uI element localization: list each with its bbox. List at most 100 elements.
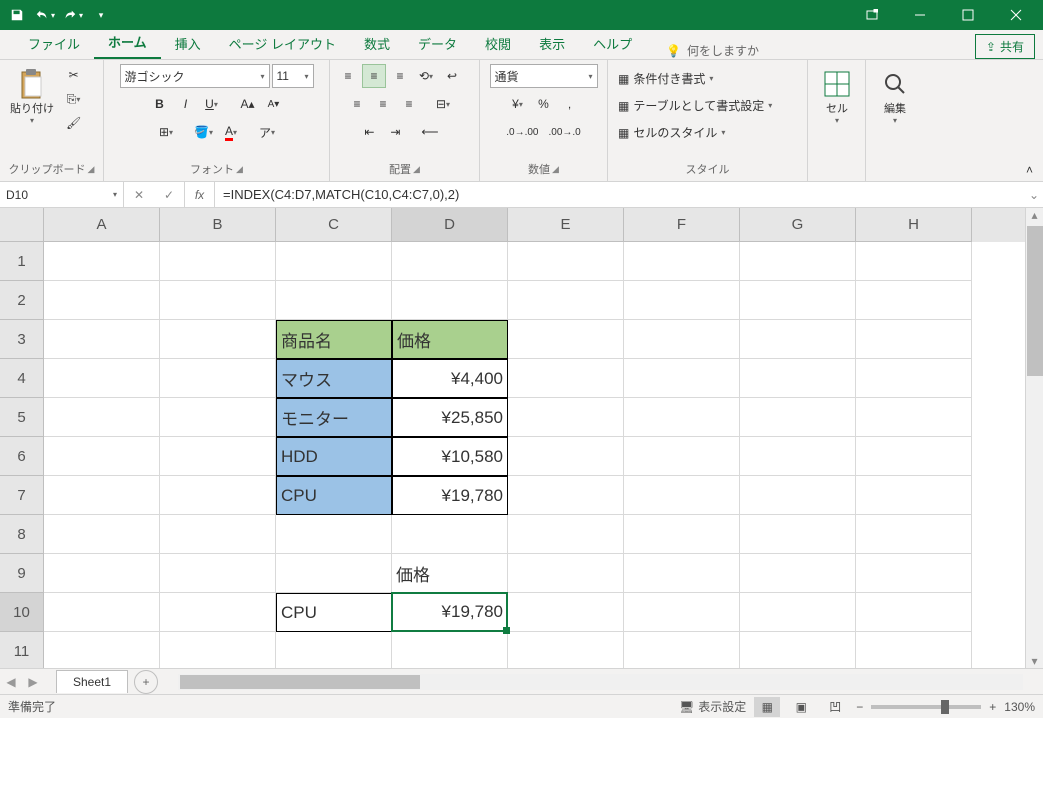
collapse-ribbon-button[interactable]: ˄ <box>1016 159 1043 181</box>
share-button[interactable]: ⇪ 共有 <box>975 34 1035 59</box>
font-launcher[interactable]: ◢ <box>236 164 243 175</box>
zoom-out-button[interactable]: − <box>856 700 863 714</box>
increase-decimal-button[interactable]: .0→.00 <box>502 120 542 144</box>
qat-customize[interactable]: ▾ <box>88 2 114 28</box>
close-button[interactable] <box>993 0 1039 30</box>
align-right-button[interactable]: ≡ <box>397 92 421 116</box>
increase-font-button[interactable]: A▴ <box>236 92 260 116</box>
cell-styles-button[interactable]: ▦セルのスタイル▾ <box>614 122 729 143</box>
row-header-4[interactable]: 4 <box>0 359 44 398</box>
row-header-9[interactable]: 9 <box>0 554 44 593</box>
redo-button[interactable]: ▾ <box>60 2 86 28</box>
merge-button[interactable]: ⊟▾ <box>431 92 455 116</box>
row-header-2[interactable]: 2 <box>0 281 44 320</box>
tab-formulas[interactable]: 数式 <box>350 28 404 59</box>
row-header-10[interactable]: 10 <box>0 593 44 632</box>
row-header-5[interactable]: 5 <box>0 398 44 437</box>
cell-D3[interactable]: 価格 <box>392 320 508 359</box>
tab-insert[interactable]: 挿入 <box>161 28 215 59</box>
row-header-6[interactable]: 6 <box>0 437 44 476</box>
number-launcher[interactable]: ◢ <box>552 164 559 175</box>
paste-button[interactable]: 貼り付け ▾ <box>6 64 58 159</box>
cells-button[interactable]: セル ▾ <box>814 64 860 175</box>
font-name-select[interactable]: 游ゴシック▾ <box>120 64 270 88</box>
decrease-indent-button[interactable]: ⇤ <box>357 120 381 144</box>
maximize-button[interactable] <box>945 0 991 30</box>
cell-D10[interactable]: ¥19,780 <box>392 593 508 632</box>
borders-button[interactable]: ⊞▾ <box>154 120 178 144</box>
tab-view[interactable]: 表示 <box>525 28 579 59</box>
percent-button[interactable]: % <box>532 92 556 116</box>
bold-button[interactable]: B <box>148 92 172 116</box>
tab-file[interactable]: ファイル <box>14 28 94 59</box>
zoom-slider[interactable] <box>871 705 981 709</box>
tab-review[interactable]: 校閲 <box>471 28 525 59</box>
format-painter-button[interactable]: 🖌 <box>62 112 85 134</box>
col-header-B[interactable]: B <box>160 208 276 242</box>
select-all-corner[interactable] <box>0 208 44 242</box>
name-box[interactable]: D10▾ <box>0 182 124 207</box>
alignment-launcher[interactable]: ◢ <box>413 164 420 175</box>
align-center-button[interactable]: ≡ <box>371 92 395 116</box>
save-button[interactable] <box>4 2 30 28</box>
cells-area[interactable]: document.write(Array.from({length:11},(_… <box>44 242 972 668</box>
format-as-table-button[interactable]: ▦テーブルとして書式設定▾ <box>614 95 776 116</box>
sheet-tab-1[interactable]: Sheet1 <box>56 670 128 693</box>
horizontal-scrollbar[interactable] <box>178 674 1023 690</box>
row-header-1[interactable]: 1 <box>0 242 44 281</box>
rtl-button[interactable]: ⟵ <box>417 120 442 144</box>
cell-D7[interactable]: ¥19,780 <box>392 476 508 515</box>
row-header-7[interactable]: 7 <box>0 476 44 515</box>
comma-button[interactable]: , <box>558 92 582 116</box>
tab-home[interactable]: ホーム <box>94 26 161 59</box>
align-left-button[interactable]: ≡ <box>345 92 369 116</box>
cell-D6[interactable]: ¥10,580 <box>392 437 508 476</box>
col-header-E[interactable]: E <box>508 208 624 242</box>
tab-page-layout[interactable]: ページ レイアウト <box>215 28 350 59</box>
col-header-C[interactable]: C <box>276 208 392 242</box>
vertical-scrollbar[interactable]: ▴ ▾ <box>1025 208 1043 668</box>
phonetic-button[interactable]: ア▾ <box>255 120 279 144</box>
zoom-level[interactable]: 130% <box>1004 700 1035 714</box>
display-settings-button[interactable]: 🖥表示設定 <box>679 698 746 715</box>
wrap-text-button[interactable]: ↩ <box>440 64 464 88</box>
cancel-formula-button[interactable]: ✕ <box>124 182 154 207</box>
row-header-11[interactable]: 11 <box>0 632 44 668</box>
add-sheet-button[interactable]: + <box>134 670 158 694</box>
cut-button[interactable]: ✂ <box>64 64 84 86</box>
align-bottom-button[interactable]: ≡ <box>388 64 412 88</box>
decrease-font-button[interactable]: A▾ <box>262 92 286 116</box>
zoom-in-button[interactable]: + <box>989 700 996 714</box>
expand-formula-bar[interactable]: ⌄ <box>1025 182 1043 207</box>
italic-button[interactable]: I <box>174 92 198 116</box>
conditional-formatting-button[interactable]: ▦条件付き書式▾ <box>614 68 717 89</box>
formula-input[interactable]: =INDEX(C4:D7,MATCH(C10,C4:C7,0),2) <box>215 182 1025 207</box>
hscroll-thumb[interactable] <box>180 675 420 689</box>
tell-me-search[interactable]: 💡 何をしますか <box>666 42 759 59</box>
cell-C5[interactable]: モニター <box>276 398 392 437</box>
undo-button[interactable]: ▾ <box>32 2 58 28</box>
col-header-D[interactable]: D <box>392 208 508 242</box>
col-header-G[interactable]: G <box>740 208 856 242</box>
fx-icon[interactable]: fx <box>185 182 215 207</box>
fill-color-button[interactable]: 🪣▾ <box>190 120 217 144</box>
normal-view-button[interactable]: ▦ <box>754 697 780 717</box>
align-middle-button[interactable]: ≡ <box>362 64 386 88</box>
row-header-3[interactable]: 3 <box>0 320 44 359</box>
tab-help[interactable]: ヘルプ <box>579 28 646 59</box>
sheet-nav-prev[interactable]: ◀ <box>0 671 22 693</box>
page-layout-view-button[interactable]: ▣ <box>788 697 814 717</box>
font-size-select[interactable]: 11▾ <box>272 64 314 88</box>
col-header-A[interactable]: A <box>44 208 160 242</box>
cell-C4[interactable]: マウス <box>276 359 392 398</box>
tab-data[interactable]: データ <box>404 28 471 59</box>
row-header-8[interactable]: 8 <box>0 515 44 554</box>
page-break-view-button[interactable]: 凹 <box>822 697 848 717</box>
underline-button[interactable]: U▾ <box>200 92 224 116</box>
cell-D5[interactable]: ¥25,850 <box>392 398 508 437</box>
cell-C7[interactable]: CPU <box>276 476 392 515</box>
cell-D4[interactable]: ¥4,400 <box>392 359 508 398</box>
copy-button[interactable]: ⎘▾ <box>63 88 85 110</box>
sheet-nav-next[interactable]: ▶ <box>22 671 44 693</box>
enter-formula-button[interactable]: ✓ <box>154 182 184 207</box>
